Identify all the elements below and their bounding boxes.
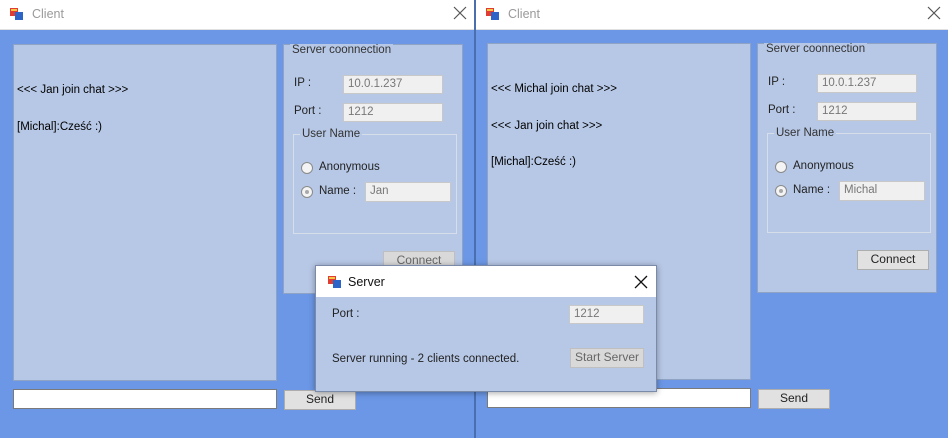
port-label: Port : bbox=[332, 308, 360, 320]
chat-log[interactable]: <<< Jan join chat >>> [Michal]:Cześć :) bbox=[13, 44, 277, 381]
port-field[interactable]: 1212 bbox=[569, 305, 644, 324]
app-window-icon bbox=[10, 8, 23, 20]
server-window: Server Port : 1212 Server running - 2 cl… bbox=[315, 265, 657, 392]
start-server-button[interactable]: Start Server bbox=[570, 348, 644, 368]
title-bar[interactable]: Server bbox=[316, 266, 656, 297]
user-name-group: User Name Anonymous Name : Michal bbox=[767, 127, 931, 233]
name-radio[interactable] bbox=[775, 185, 787, 197]
port-field[interactable]: 1212 bbox=[817, 102, 917, 121]
ip-field[interactable]: 10.0.1.237 bbox=[343, 75, 443, 94]
close-icon[interactable] bbox=[926, 5, 942, 21]
close-icon[interactable] bbox=[452, 5, 468, 21]
ip-label: IP : bbox=[294, 77, 312, 89]
anonymous-label[interactable]: Anonymous bbox=[793, 160, 854, 172]
name-field[interactable]: Jan bbox=[365, 182, 451, 202]
close-icon[interactable] bbox=[633, 274, 649, 290]
ip-label: IP : bbox=[768, 76, 786, 88]
port-label: Port : bbox=[294, 105, 322, 117]
group-title: Server coonnection bbox=[290, 44, 394, 56]
title-bar[interactable]: Client bbox=[476, 0, 948, 30]
name-label[interactable]: Name : bbox=[319, 185, 356, 197]
window-title: Server bbox=[348, 275, 385, 289]
anonymous-radio[interactable] bbox=[301, 162, 313, 174]
message-input[interactable] bbox=[13, 389, 277, 409]
user-name-group: User Name Anonymous Name : Jan bbox=[293, 128, 457, 234]
name-field[interactable]: Michal bbox=[839, 181, 925, 201]
server-connection-group: Server coonnection IP : 10.0.1.237 Port … bbox=[757, 43, 937, 293]
server-body: Port : 1212 Server running - 2 clients c… bbox=[316, 297, 656, 391]
window-title: Client bbox=[508, 7, 540, 21]
anonymous-radio[interactable] bbox=[775, 161, 787, 173]
port-label: Port : bbox=[768, 104, 796, 116]
status-text: Server running - 2 clients connected. bbox=[332, 353, 520, 365]
window-title: Client bbox=[32, 7, 64, 21]
send-button[interactable]: Send bbox=[284, 390, 356, 410]
group-title: Server coonnection bbox=[764, 43, 868, 55]
chat-line: <<< Jan join chat >>> bbox=[491, 119, 603, 132]
connect-button[interactable]: Connect bbox=[857, 250, 929, 270]
title-bar[interactable]: Client bbox=[0, 0, 474, 30]
chat-line: <<< Jan join chat >>> bbox=[17, 84, 129, 96]
chat-line: <<< Michal join chat >>> bbox=[491, 83, 617, 95]
send-button[interactable]: Send bbox=[758, 389, 830, 409]
chat-line: [Michal]:Cześć :) bbox=[491, 156, 576, 168]
chat-line: [Michal]:Cześć :) bbox=[17, 120, 102, 133]
name-radio[interactable] bbox=[301, 186, 313, 198]
group-title: User Name bbox=[300, 128, 363, 140]
anonymous-label[interactable]: Anonymous bbox=[319, 161, 380, 173]
app-window-icon bbox=[486, 8, 499, 20]
port-field[interactable]: 1212 bbox=[343, 103, 443, 122]
name-label[interactable]: Name : bbox=[793, 184, 830, 196]
ip-field[interactable]: 10.0.1.237 bbox=[817, 74, 917, 93]
group-title: User Name bbox=[774, 127, 837, 139]
server-connection-group: Server coonnection IP : 10.0.1.237 Port … bbox=[283, 44, 463, 294]
app-window-icon bbox=[328, 276, 341, 288]
